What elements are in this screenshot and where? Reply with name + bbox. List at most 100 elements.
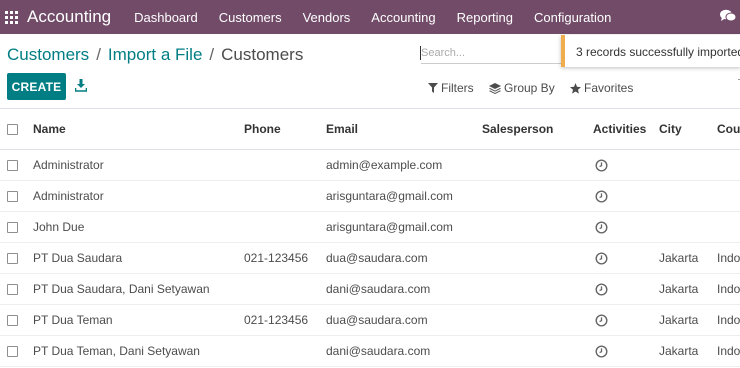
filters-button[interactable]: Filters [428,81,474,95]
row-checkbox[interactable] [7,252,18,264]
breadcrumb-import-file[interactable]: Import a File [108,45,202,65]
search-caret [420,46,421,60]
cell-phone: 021-123456 [244,251,309,265]
cell-email: admin@example.com [326,158,443,172]
breadcrumb-separator: / [209,45,215,64]
app-name[interactable]: Accounting [27,7,111,27]
activity-clock-icon[interactable] [595,189,608,203]
favorites-label: Favorites [584,81,634,95]
activity-clock-icon[interactable] [595,158,608,172]
row-select-cell [7,305,18,335]
breadcrumb-separator: / [96,45,101,64]
activity-clock-icon[interactable] [595,344,608,358]
row-select-cell [7,181,18,211]
row-select-cell [7,243,18,273]
menu-dashboard[interactable]: Dashboard [134,10,198,25]
table-body: Administrator admin@example.com Administra… [0,150,740,367]
group-by-label: Group By [504,81,555,95]
column-header-email[interactable]: Email [326,109,358,149]
cell-activities [595,336,608,366]
cell-email: dua@saudara.com [326,251,428,265]
breadcrumb: Customers / Import a File / Customers [7,45,303,65]
activity-clock-icon[interactable] [595,220,608,234]
activity-clock-icon[interactable] [595,313,608,327]
breadcrumb-customers[interactable]: Customers [7,45,89,65]
main-menu: Dashboard Customers Vendors Accounting R… [134,10,632,25]
cell-name: PT Dua Saudara [33,251,123,265]
column-header-city[interactable]: City [659,109,682,149]
select-all-checkbox[interactable] [7,123,18,135]
cell-country: Indonesia [717,282,740,296]
cell-city: Jakarta [659,313,699,327]
menu-configuration[interactable]: Configuration [534,10,611,25]
activity-clock-icon[interactable] [595,282,608,296]
column-header-phone[interactable]: Phone [244,109,281,149]
cell-country [717,181,740,211]
chat-icon[interactable] [720,9,736,23]
breadcrumb-current: Customers [221,45,304,64]
menu-reporting[interactable]: Reporting [457,10,513,25]
row-checkbox[interactable] [7,314,18,326]
row-select-cell [7,150,18,180]
column-header-salesperson[interactable]: Salesperson [482,109,553,149]
cell-country [717,150,740,180]
table-row[interactable]: Administrator arisguntara@gmail.com [0,181,740,212]
apps-menu-icon[interactable] [4,10,18,24]
cell-city: Jakarta [659,251,699,265]
row-select-cell [7,274,18,304]
cell-email: dua@saudara.com [326,313,428,327]
cell-city: Jakarta [659,344,699,358]
cell-activities [595,181,608,211]
row-select-cell [7,336,18,366]
cell-email: dani@saudara.com [326,344,431,358]
cell-city: Jakarta [659,282,699,296]
star-icon [570,82,581,94]
favorites-button[interactable]: Favorites [570,81,633,95]
cell-name: PT Dua Teman [33,313,113,327]
cell-activities [595,305,608,335]
row-checkbox[interactable] [7,345,18,357]
cell-email: dani@saudara.com [326,282,431,296]
activity-clock-icon[interactable] [595,251,608,265]
menu-accounting[interactable]: Accounting [371,10,435,25]
create-button[interactable]: CREATE [7,73,66,100]
cell-country: Indonesia [717,313,740,327]
cell-name: John Due [33,220,85,234]
row-checkbox[interactable] [7,190,18,202]
table-row[interactable]: John Due arisguntara@gmail.com [0,212,740,243]
top-navbar: Accounting Dashboard Customers Vendors A… [0,0,740,34]
cell-email: arisguntara@gmail.com [326,220,453,234]
cell-country: Indonesia [717,251,740,265]
cell-name: Administrator [33,158,104,172]
table-row[interactable]: Administrator admin@example.com [0,150,740,181]
table-header-row: Name Phone Email Salesperson Activities … [0,109,740,150]
menu-vendors[interactable]: Vendors [303,10,351,25]
column-header-country[interactable]: Country [717,109,740,149]
select-all-cell [7,109,18,149]
row-checkbox[interactable] [7,159,18,171]
cell-country [717,212,740,242]
table-row[interactable]: PT Dua Teman, Dani Setyawan dani@saudara.… [0,336,740,367]
search-input[interactable] [421,42,561,64]
row-checkbox[interactable] [7,283,18,295]
cell-activities [595,243,608,273]
cell-activities [595,150,608,180]
group-by-button[interactable]: Group By [489,81,555,95]
table-row[interactable]: PT Dua Saudara, Dani Setyawan dani@saudar… [0,274,740,305]
import-success-notification: 3 records successfully imported [561,35,740,67]
cell-name: PT Dua Saudara, Dani Setyawan [33,282,210,296]
menu-customers[interactable]: Customers [219,10,282,25]
download-icon[interactable] [75,79,87,92]
table-row[interactable]: PT Dua Saudara 021-123456 dua@saudara.com J… [0,243,740,274]
customers-list-table: Name Phone Email Salesperson Activities … [0,109,740,367]
column-header-activities[interactable]: Activities [593,109,646,149]
filter-icon [428,83,438,93]
cell-activities [595,274,608,304]
table-row[interactable]: PT Dua Teman 021-123456 dua@saudara.com Jak… [0,305,740,336]
layers-icon [489,82,501,94]
row-checkbox[interactable] [7,221,18,233]
cell-name: PT Dua Teman, Dani Setyawan [33,344,200,358]
column-header-name[interactable]: Name [33,109,66,149]
cell-activities [595,212,608,242]
cell-email: arisguntara@gmail.com [326,189,453,203]
